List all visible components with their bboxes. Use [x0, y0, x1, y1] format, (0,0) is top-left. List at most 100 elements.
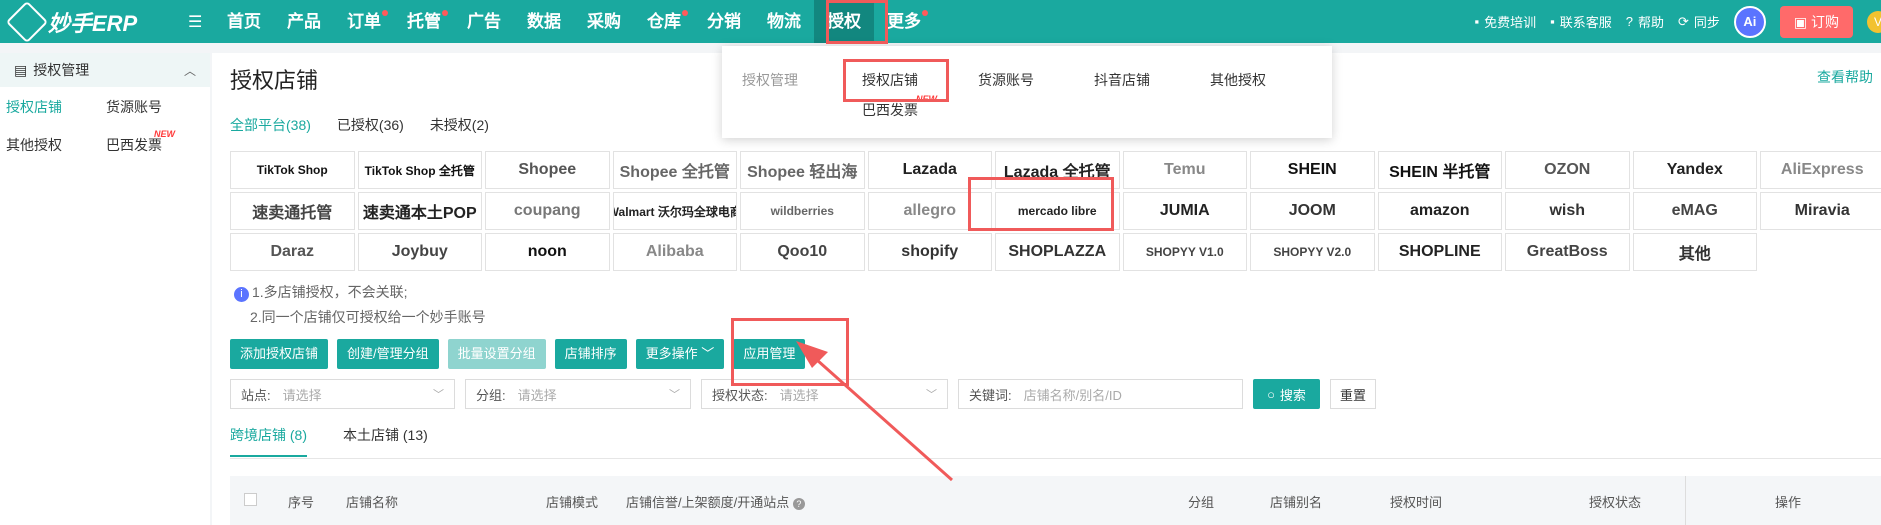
training-icon: ▪ — [1474, 14, 1480, 29]
platform-card[interactable]: eMAG — [1632, 192, 1757, 230]
platform-card[interactable]: Shopee — [485, 151, 610, 189]
action-button-4[interactable]: 更多操作 ﹀ — [635, 339, 725, 369]
contact-service-link[interactable]: ▪ 联系客服 — [1550, 12, 1612, 31]
dropdown-item-other-auth[interactable]: 其他授权 — [1210, 70, 1266, 90]
platform-card[interactable]: SHEIN 半托管 — [1377, 151, 1502, 189]
chevron-up-icon: ︿ — [183, 63, 196, 78]
platform-card[interactable]: amazon — [1377, 192, 1502, 230]
platform-card[interactable]: SHEIN — [1250, 151, 1375, 189]
view-help-link[interactable]: 查看帮助 — [1817, 67, 1873, 87]
site-select[interactable]: 站点: 请选择 ﹀ — [230, 379, 455, 409]
tips: i 1.多店铺授权，不会关联; 2.同一个店铺仅可授权给一个妙手账号 — [234, 280, 486, 330]
nav-item-6[interactable]: 采购 — [574, 0, 634, 43]
highlight-app-manage — [731, 318, 849, 386]
action-button-2[interactable]: 批量设置分组 — [447, 339, 546, 369]
platform-card[interactable]: 速卖通本土POP — [357, 192, 482, 230]
platform-card[interactable]: JOOM — [1250, 192, 1375, 230]
action-bar: 添加授权店铺 创建/管理分组 批量设置分组 店铺排序 更多操作 ﹀ 应用管理 — [230, 339, 806, 369]
ai-assistant-button[interactable]: Ai — [1733, 5, 1766, 38]
filter-tab-0[interactable]: 全部平台(38) — [230, 115, 311, 135]
sidebar: ▤ 授权管理 ︿ 授权店铺 货源账号 其他授权 巴西发票 NEW — [0, 53, 210, 525]
sidebar-item-0[interactable]: 授权店铺 — [6, 97, 106, 117]
platform-card[interactable]: wildberries — [740, 192, 865, 230]
platform-card[interactable]: SHOPLAZZA — [995, 233, 1120, 271]
platform-card[interactable]: AliExpress — [1760, 151, 1881, 189]
free-training-link[interactable]: ▪ 免费培训 — [1474, 12, 1536, 31]
sidebar-item-1[interactable]: 货源账号 — [106, 97, 206, 117]
keyword-input[interactable]: 关键词: 店铺名称/别名/ID — [958, 379, 1243, 409]
platform-card[interactable]: TikTok Shop 全托管 — [357, 151, 482, 189]
platform-card[interactable]: SHOPYY V1.0 — [1122, 233, 1247, 271]
platform-card[interactable]: Shopee 轻出海 — [740, 151, 865, 189]
action-button-0[interactable]: 添加授权店铺 — [230, 339, 329, 369]
table-header: 序号 店铺名称 店铺模式 店铺信誉/上架额度/开通站点 ? 分组 店铺别名 授权… — [230, 476, 1881, 525]
nav-item-8[interactable]: 分销 — [694, 0, 754, 43]
platform-logo-text: amazon — [1409, 202, 1470, 219]
keyword-label: 关键词: — [969, 387, 1012, 403]
group-label: 分组: — [476, 387, 506, 403]
order-button[interactable]: ▣ 订购 — [1779, 5, 1853, 38]
platform-card[interactable]: SHOPLINE — [1377, 233, 1502, 271]
nav-item-5[interactable]: 数据 — [514, 0, 574, 43]
platform-logo-text: 速卖通本土POP — [362, 205, 477, 222]
action-button-1[interactable]: 创建/管理分组 — [337, 339, 439, 369]
platform-logo-text: AliExpress — [1780, 161, 1864, 178]
platform-logo-text: SHEIN 半托管 — [1389, 164, 1491, 181]
platform-card[interactable]: 速卖通托管 — [230, 192, 355, 230]
sidebar-item-3[interactable]: 巴西发票 NEW — [106, 129, 206, 155]
filter-tab-2[interactable]: 未授权(2) — [430, 115, 489, 135]
group-select[interactable]: 分组: 请选择 ﹀ — [465, 379, 691, 409]
platform-card[interactable]: Joybuy — [357, 233, 482, 271]
nav-item-1[interactable]: 产品 — [274, 0, 334, 43]
menu-toggle-icon[interactable]: ☰ — [188, 12, 202, 32]
reset-button[interactable]: 重置 — [1330, 379, 1376, 409]
platform-card[interactable]: Yandex — [1632, 151, 1757, 189]
vip-badge[interactable]: V — [1867, 10, 1881, 33]
dropdown-item-douyin-store[interactable]: 抖音店铺 — [1094, 70, 1150, 90]
platform-card[interactable]: Temu — [1122, 151, 1247, 189]
store-tab-0[interactable]: 跨境店铺 (8) — [230, 425, 307, 457]
platform-card[interactable]: JUMIA — [1122, 192, 1247, 230]
dropdown-item-brazil-invoice[interactable]: 巴西发票 NEW — [862, 94, 937, 120]
nav-item-7[interactable]: 仓库 — [634, 0, 694, 43]
platform-card[interactable]: Qoo10 — [740, 233, 865, 271]
platform-logo-text: 其他 — [1678, 246, 1711, 263]
question-icon[interactable]: ? — [792, 498, 805, 510]
platform-card[interactable]: OZON — [1505, 151, 1630, 189]
sync-link[interactable]: ⟳ 同步 — [1678, 12, 1720, 31]
platform-card[interactable]: wish — [1505, 192, 1630, 230]
nav-item-9[interactable]: 物流 — [754, 0, 814, 43]
search-button[interactable]: ○ 搜索 — [1253, 379, 1320, 409]
platform-card[interactable]: 其他 — [1632, 233, 1757, 271]
platform-card[interactable]: Shopee 全托管 — [612, 151, 737, 189]
sidebar-section-header[interactable]: ▤ 授权管理 ︿ — [0, 53, 210, 87]
nav-item-2[interactable]: 订单 — [334, 0, 394, 43]
store-tab-1[interactable]: 本土店铺 (13) — [343, 425, 428, 457]
sidebar-items: 授权店铺 货源账号 其他授权 巴西发票 NEW — [0, 87, 210, 165]
platform-card[interactable]: coupang — [485, 192, 610, 230]
info-icon: i — [234, 287, 249, 302]
action-button-3[interactable]: 店铺排序 — [554, 339, 627, 369]
sidebar-item-2[interactable]: 其他授权 — [6, 135, 106, 155]
nav-item-label: 采购 — [587, 12, 621, 31]
platform-card[interactable]: GreatBoss — [1505, 233, 1630, 271]
platform-card[interactable]: noon — [485, 233, 610, 271]
platform-logo-text: SHOPLINE — [1398, 243, 1481, 260]
help-link[interactable]: ? 帮助 — [1626, 12, 1664, 31]
filter-tab-1[interactable]: 已授权(36) — [337, 115, 404, 135]
platform-card[interactable]: Alibaba — [612, 233, 737, 271]
dropdown-item-source-account[interactable]: 货源账号 — [978, 70, 1034, 90]
platform-logo-text: shopify — [901, 243, 959, 260]
notification-dot — [442, 10, 448, 16]
nav-item-0[interactable]: 首页 — [214, 0, 274, 43]
nav-item-4[interactable]: 广告 — [454, 0, 514, 43]
platform-card[interactable]: Walmart 沃尔玛全球电商 — [612, 192, 737, 230]
app-logo[interactable]: 妙手ERP — [5, 0, 137, 44]
select-all-checkbox[interactable] — [244, 493, 257, 506]
nav-item-3[interactable]: 托管 — [394, 0, 454, 43]
platform-card[interactable]: TikTok Shop — [230, 151, 355, 189]
platform-card[interactable]: SHOPYY V2.0 — [1250, 233, 1375, 271]
platform-card[interactable]: shopify — [867, 233, 992, 271]
platform-card[interactable]: Daraz — [230, 233, 355, 271]
platform-card[interactable]: Miravia — [1760, 192, 1881, 230]
